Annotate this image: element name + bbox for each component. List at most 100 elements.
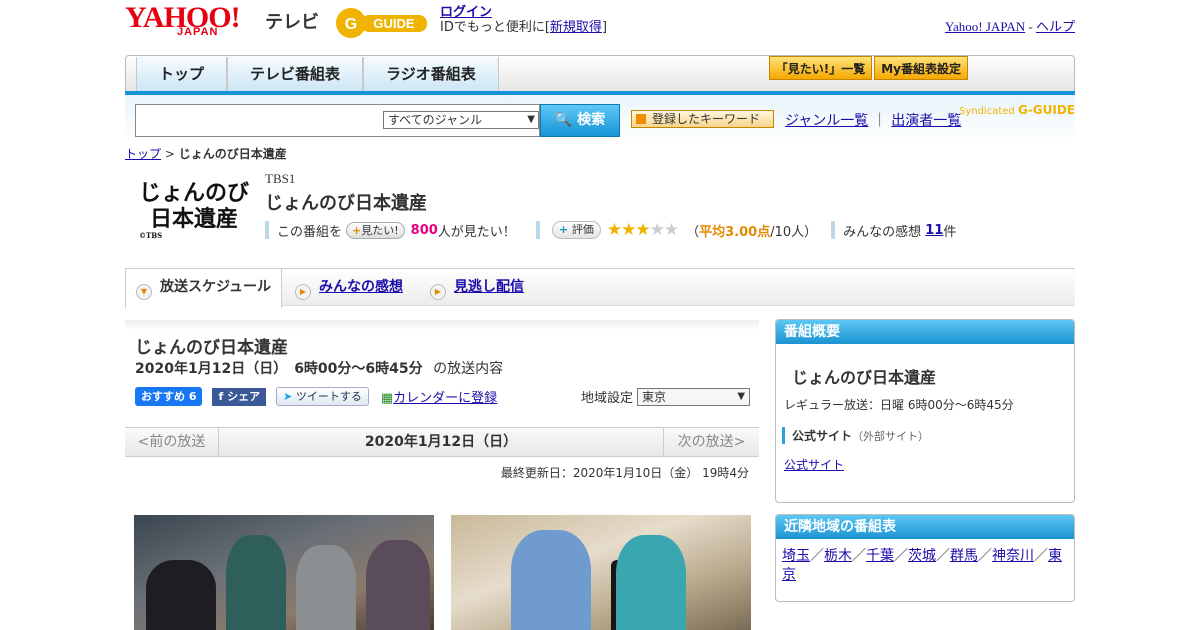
star-icon: ★ [649,220,665,240]
photo-figure [226,535,286,630]
subtab-catchup[interactable]: ▶ 見逃し配信 [430,269,524,306]
broadcast-title: じょんのび日本遺産 [135,338,288,358]
program-title: じょんのび日本遺産 [265,193,427,214]
genre-select-value: すべてのジャンル [388,113,483,127]
help-link[interactable]: ヘルプ [1036,19,1075,34]
reviews-prefix: みんなの感想 [843,224,922,240]
program-photo [134,515,434,630]
svg-text:GUIDE: GUIDE [373,16,415,31]
nav-tab-tv-schedule[interactable]: テレビ番組表 [227,57,364,91]
nav-tab-top[interactable]: トップ [136,57,228,91]
tweet-button[interactable]: ➤ ツイートする [276,387,369,406]
prev-broadcast-button[interactable]: <前の放送 [125,428,219,456]
area-separator: ／ [894,548,908,564]
meta-separator [831,221,836,239]
area-link[interactable]: 茨城 [908,548,936,564]
region-setting: 地域設定 東京 ▼ [581,387,751,406]
facebook-recommend-button[interactable]: おすすめ 6 [135,387,203,406]
yahoo-japan-link[interactable]: Yahoo! JAPAN [945,19,1025,34]
rating-button[interactable]: + 評価 [551,221,601,239]
subtab-schedule-label: 放送スケジュール [160,279,272,295]
my-schedule-button[interactable]: My番組表設定 [874,56,968,80]
program-logo-text: じょんのび 日本遺産 [139,180,250,232]
nav-tabs: トップ テレビ番組表 ラジオ番組表 [136,57,499,91]
area-separator: ／ [1034,548,1048,564]
search-button-label: 検索 [577,112,606,128]
program-subtabs: ▼ 放送スケジュール ▶ みんなの感想 ▶ 見逃し配信 [125,268,1075,308]
channel-name: TBS1 [265,171,296,186]
external-site-note: （外部サイト） [852,430,930,443]
gguide-small-logo: G-GUIDE [1017,103,1075,117]
mitai-suffix: 人が見たい！ [437,224,516,240]
nav-buttons: 「見たい!」一覧 My番組表設定 [767,56,968,80]
register-link[interactable]: 新規取得 [550,20,602,35]
star-icon: ★ [606,220,622,240]
social-buttons: おすすめ 6 f シェア ➤ ツイートする ▦カレンダーに登録 [135,387,497,406]
area-link[interactable]: 千葉 [866,548,894,564]
region-select-value: 東京 [642,389,667,404]
photo-figure [511,530,591,630]
mitai-button[interactable]: +見たい! [346,221,405,239]
meta-separator [265,221,269,239]
login-sub-prefix: IDでもっと便利に[ [440,20,550,35]
facebook-share-label: シェア [227,389,261,403]
login-sub-suffix: ] [601,20,608,35]
mitai-prefix: この番組を [277,224,343,240]
photo-figure [296,545,356,630]
area-link[interactable]: 埼玉 [782,548,810,564]
rating-button-label: 評価 [571,223,594,236]
region-label: 地域設定 [581,391,634,406]
registered-keyword-button[interactable]: 登録したキーワード [631,110,774,128]
breadcrumb-top[interactable]: トップ [125,147,161,161]
rating-stars: ★★★★★ [606,220,679,240]
broadcast-date: 2020年1月12日（日） 6時00分～6時45分 の放送内容 [135,358,503,378]
photo-figure [616,535,686,630]
reviews-count-link[interactable]: 11 [925,223,943,238]
area-link[interactable]: 群馬 [950,548,978,564]
photo-figure [366,540,430,630]
subtab-catchup-label: 見逃し配信 [454,279,524,295]
plus-icon: + [352,223,362,237]
top-links: Yahoo! JAPAN - ヘルプ [945,16,1075,35]
chevron-down-icon: ▼ [527,114,535,125]
area-link[interactable]: 神奈川 [992,548,1034,564]
help-sep: - [1025,19,1036,34]
official-site-heading: 公式サイト（外部サイト） [782,427,929,444]
main-nav: トップ テレビ番組表 ラジオ番組表 「見たい!」一覧 My番組表設定 [125,55,1075,93]
search-button[interactable]: 🔍 検索 [540,104,620,137]
calendar-register[interactable]: ▦カレンダーに登録 [381,387,497,406]
mitai-list-button[interactable]: 「見たい!」一覧 [768,56,873,80]
registered-keyword-label: 登録したキーワード [652,112,761,126]
area-link[interactable]: 栃木 [824,548,852,564]
nearby-areas-heading: 近隣地域の番組表 [776,515,1074,539]
next-broadcast-button[interactable]: 次の放送> [663,428,759,456]
facebook-icon: f [218,389,228,403]
play-arrow-icon: ▶ [295,284,311,300]
login-link[interactable]: ログイン [440,5,492,20]
search-icon: 🔍 [554,112,573,128]
main-header-shade [125,320,759,330]
search-links: ジャンル一覧 ｜ 出演者一覧 [785,110,961,130]
genre-select[interactable]: すべてのジャンル ▼ [383,111,539,129]
twitter-bird-icon: ➤ [283,390,296,403]
calendar-register-link: カレンダーに登録 [393,391,498,406]
link-separator: ｜ [872,113,887,129]
last-updated: 最終更新日：2020年1月10日（金） 19時4分 [500,466,749,480]
region-select[interactable]: 東京 ▼ [637,387,751,406]
facebook-share-button[interactable]: f シェア [212,387,267,406]
official-site-link[interactable]: 公式サイト [784,456,844,473]
subtab-reviews[interactable]: ▶ みんなの感想 [295,269,403,306]
subtab-schedule[interactable]: ▼ 放送スケジュール [125,269,282,308]
genre-list-link[interactable]: ジャンル一覧 [785,113,868,129]
nav-tab-radio-schedule[interactable]: ラジオ番組表 [363,57,499,91]
area-separator: ／ [936,548,950,564]
chevron-down-icon: ▼ [737,390,746,402]
star-icon: ★ [663,220,679,240]
rating-people: /10人） [770,224,818,240]
performer-list-link[interactable]: 出演者一覧 [891,113,961,129]
current-broadcast-date: 2020年1月12日（日） [364,434,518,450]
yahoo-japan-subtext: JAPAN [177,26,219,38]
star-icon: ★ [635,220,650,240]
syndicated-label: Syndicated [958,106,1015,117]
official-site-heading-label: 公式サイト [792,429,853,443]
